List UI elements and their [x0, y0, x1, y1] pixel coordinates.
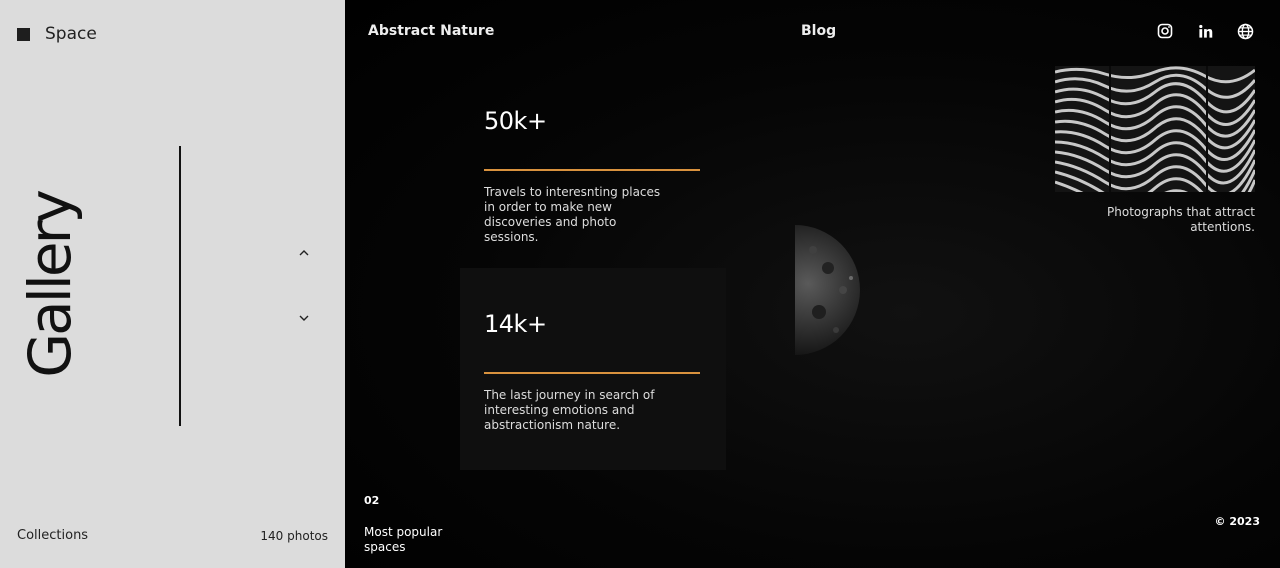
brand[interactable]: Space	[17, 24, 97, 44]
brand-square-icon	[17, 27, 30, 41]
stat-card-travels: 50k+ Travels to interesnting places in o…	[460, 92, 726, 266]
instagram-icon[interactable]	[1156, 22, 1174, 40]
photo-caption: Photographs that attract attentions.	[1107, 205, 1255, 234]
stat-value: 14k+	[484, 310, 547, 338]
collections-link[interactable]: Collections	[17, 528, 88, 543]
stat-description: The last journey in search of interestin…	[484, 388, 655, 432]
stat-value: 50k+	[484, 107, 547, 135]
nav-blog[interactable]: Blog	[801, 23, 836, 39]
page-number: 02	[364, 494, 380, 507]
accent-divider	[484, 372, 700, 374]
globe-icon[interactable]	[1236, 22, 1254, 40]
stat-description: Travels to interesnting places in order …	[484, 185, 661, 244]
chevron-up-icon	[299, 250, 309, 256]
nav-abstract-nature[interactable]: Abstract Nature	[368, 23, 494, 39]
section-label: Most popular spaces	[364, 525, 443, 554]
brand-label: Space	[45, 24, 97, 44]
divider-line	[179, 146, 181, 426]
accent-divider	[484, 169, 700, 171]
zebra-abstract-photo	[1055, 66, 1255, 192]
stat-card-journey: 14k+ The last journey in search of inter…	[460, 268, 726, 470]
photo-count: 140 photos	[260, 529, 328, 543]
gallery-title: Gallery	[16, 192, 84, 378]
scroll-down-button[interactable]	[296, 310, 312, 326]
chevron-down-icon	[299, 315, 309, 321]
moon-image	[795, 225, 860, 355]
linkedin-icon[interactable]	[1196, 22, 1214, 40]
social-links	[1156, 22, 1254, 40]
scroll-up-button[interactable]	[296, 245, 312, 261]
sidebar: Space Gallery Collections 140 photos	[0, 0, 345, 568]
main-panel: Abstract Nature Blog 50k+ Travels to int…	[345, 0, 1280, 568]
copyright: © 2023	[1214, 515, 1260, 528]
